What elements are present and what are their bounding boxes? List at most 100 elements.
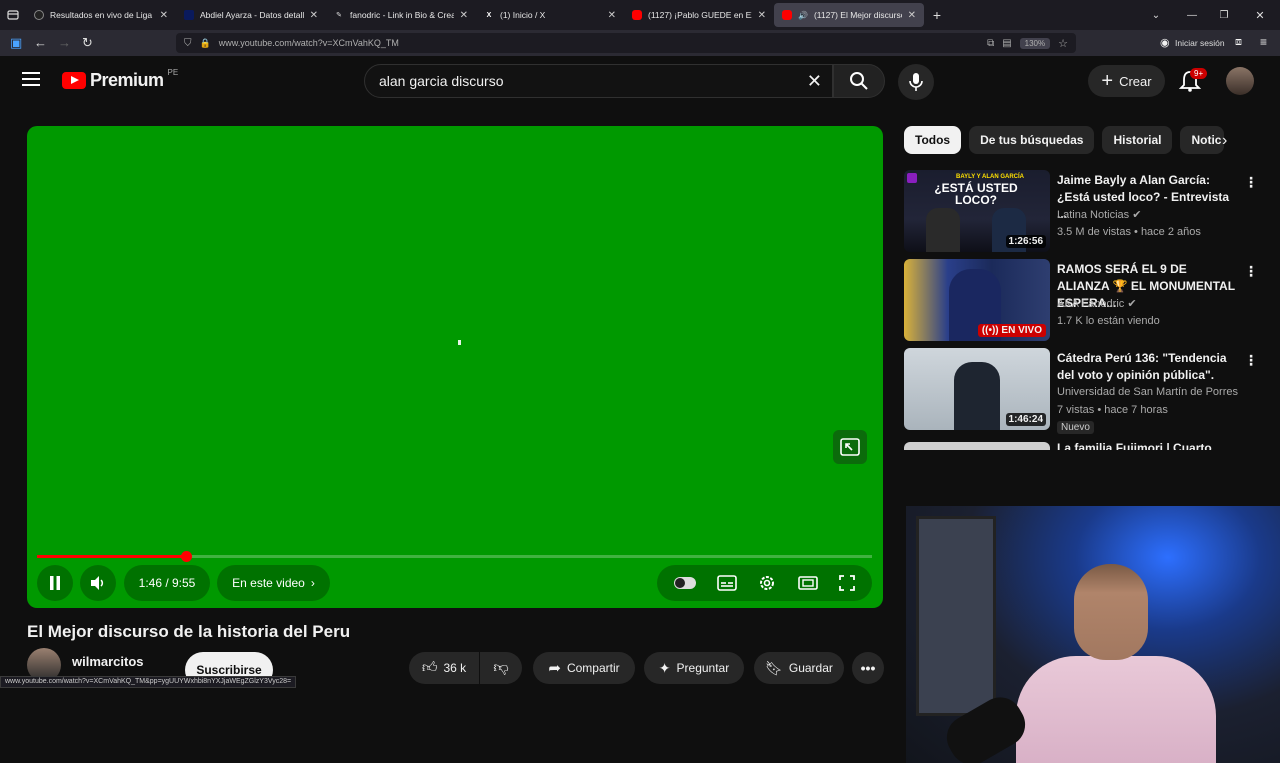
chip-from-searches[interactable]: De tus búsquedas: [969, 126, 1095, 154]
volume-icon: [91, 576, 104, 590]
url-bar[interactable]: ⛉ 🔒 www.youtube.com/watch?v=XCmVahKQ_TM …: [176, 33, 1076, 53]
bookmark-icon: 🔖︎: [765, 659, 783, 676]
signin-button[interactable]: Iniciar sesión: [1175, 38, 1225, 48]
more-options-icon[interactable]: ⋮: [1244, 174, 1258, 191]
like-button[interactable]: 👍︎ 36 k: [409, 652, 479, 684]
recommended-video[interactable]: ((•)) EN VIVO RAMOS SERÁ EL 9 DE ALIANZA…: [904, 259, 1264, 343]
youtube-favicon-icon: [782, 10, 792, 20]
maximize-window-button[interactable]: ❐: [1208, 10, 1240, 21]
sidebar-toggle-icon[interactable]: ▣: [10, 35, 22, 51]
bookmark-star-icon[interactable]: ☆: [1058, 37, 1068, 50]
webcam-window-frame: [916, 516, 996, 716]
close-tab-icon[interactable]: ✕: [908, 10, 916, 21]
loading-indicator: [458, 340, 461, 345]
chip-news[interactable]: Notic: [1180, 126, 1225, 154]
close-window-button[interactable]: ✕: [1240, 9, 1280, 22]
fullscreen-icon[interactable]: [839, 575, 856, 591]
pause-icon: [50, 576, 60, 590]
reader-view-icon[interactable]: ▤: [1002, 38, 1011, 49]
plus-icon: +: [1101, 70, 1114, 92]
chip-all[interactable]: Todos: [904, 126, 962, 154]
pip-toggle-icon[interactable]: ⧉: [987, 38, 994, 49]
browser-tab[interactable]: (1127) ¡Pablo GUEDE en EXCLU✕: [624, 0, 774, 30]
more-options-icon[interactable]: ⋮: [1244, 263, 1258, 280]
account-icon[interactable]: ◉: [1160, 36, 1170, 49]
create-button[interactable]: + Crear: [1088, 65, 1165, 97]
minimize-window-button[interactable]: —: [1176, 10, 1208, 21]
webcam-person-torso: [1016, 656, 1216, 763]
youtube-play-icon: [62, 72, 86, 89]
speaker-icon: 🔊: [798, 10, 808, 20]
close-tab-icon[interactable]: ✕: [608, 10, 616, 21]
reload-button[interactable]: ↻: [82, 35, 93, 51]
video-thumbnail[interactable]: ((•)) EN VIVO: [904, 259, 1050, 341]
search-icon: [850, 72, 868, 90]
more-actions-button[interactable]: •••: [852, 652, 884, 684]
chips-next-arrow-icon[interactable]: ›: [1222, 132, 1227, 150]
tab-favicon-icon: [184, 10, 194, 20]
browser-tab[interactable]: Resultados en vivo de Liga 1 20✕: [26, 0, 176, 30]
new-badge: Nuevo: [1057, 421, 1094, 434]
notification-count-badge: 9+: [1190, 68, 1208, 79]
video-thumbnail[interactable]: [904, 442, 1050, 450]
channel-name[interactable]: wilmarcitos: [72, 654, 144, 669]
forward-button[interactable]: →: [58, 35, 71, 50]
pause-button[interactable]: [37, 565, 73, 601]
browser-tab[interactable]: ✎fanodric - Link in Bio & Creator✕: [326, 0, 476, 30]
recommended-video[interactable]: La familia Fujimori | Cuarto: [904, 442, 1264, 450]
video-thumbnail[interactable]: 1:46:24: [904, 348, 1050, 430]
more-options-icon[interactable]: ⋮: [1244, 352, 1258, 369]
miniplayer-icon: [840, 438, 860, 456]
close-tab-icon[interactable]: ✕: [310, 10, 318, 21]
dislike-button[interactable]: 👎︎: [480, 652, 522, 684]
clear-search-icon[interactable]: ✕: [807, 71, 822, 92]
settings-gear-icon[interactable]: [758, 574, 776, 592]
youtube-premium-logo[interactable]: Premium PE: [62, 68, 178, 91]
back-button[interactable]: ←: [34, 35, 47, 50]
thumbnail-person: [954, 362, 1000, 430]
close-tab-icon[interactable]: ✕: [160, 10, 168, 21]
theater-mode-icon[interactable]: [798, 575, 818, 591]
sparkle-icon: ✦: [658, 659, 671, 676]
browser-toolbar: ▣ ← → ↻ ⛉ 🔒 www.youtube.com/watch?v=XCmV…: [0, 30, 1280, 56]
mute-button[interactable]: [80, 565, 116, 601]
close-tab-icon[interactable]: ✕: [758, 10, 766, 21]
voice-search-button[interactable]: [898, 64, 934, 100]
chapters-button[interactable]: En este video ›: [217, 565, 330, 601]
autoplay-toggle[interactable]: [673, 577, 696, 589]
tab-overflow-chevron-icon[interactable]: ⌄: [1136, 10, 1176, 21]
new-tab-button[interactable]: +: [924, 7, 950, 23]
browser-tab-active[interactable]: 🔊(1127) El Mejor discurso de✕: [774, 3, 924, 27]
search-button[interactable]: [833, 64, 885, 98]
chevron-right-icon: ›: [310, 576, 315, 590]
recommended-video[interactable]: BAYLY Y ALAN GARCÍA ¿ESTÁ USTED LOCO? 1:…: [904, 170, 1264, 254]
video-thumbnail[interactable]: BAYLY Y ALAN GARCÍA ¿ESTÁ USTED LOCO? 1:…: [904, 170, 1050, 252]
filter-chips: Todos De tus búsquedas Historial Notic: [904, 126, 1225, 154]
video-progress-bar[interactable]: [37, 551, 872, 562]
extensions-icon[interactable]: ⧈: [1235, 36, 1242, 49]
avatar[interactable]: [1226, 67, 1254, 95]
browser-tab[interactable]: X (1) Inicio / X ✕: [476, 0, 624, 30]
ask-button[interactable]: ✦ Preguntar: [644, 652, 744, 684]
time-display: 1:46 / 9:55: [124, 565, 210, 601]
tab-favicon-icon: [34, 10, 44, 20]
browser-tab[interactable]: Abdiel Ayarza - Datos detallado✕: [176, 0, 326, 30]
more-horizontal-icon: •••: [860, 660, 876, 676]
subtitles-icon[interactable]: [717, 575, 737, 591]
hamburger-menu-icon[interactable]: [22, 72, 40, 90]
zoom-level[interactable]: 130%: [1019, 37, 1051, 49]
app-menu-icon[interactable]: ≡: [1260, 35, 1267, 49]
video-player[interactable]: 1:46 / 9:55 En este video ›: [27, 126, 883, 608]
lock-icon: 🔒: [199, 37, 211, 48]
progress-scrubber-handle[interactable]: [180, 551, 192, 562]
share-button[interactable]: ➦ Compartir: [533, 652, 635, 684]
share-arrow-icon: ➦: [548, 660, 561, 677]
chip-history[interactable]: Historial: [1102, 126, 1173, 154]
miniplayer-button[interactable]: [833, 430, 867, 464]
recommended-video[interactable]: 1:46:24 Cátedra Perú 136: "Tendencia del…: [904, 348, 1264, 434]
tab-list-icon[interactable]: [0, 0, 26, 30]
close-tab-icon[interactable]: ✕: [460, 10, 468, 21]
save-button[interactable]: 🔖︎ Guardar: [754, 652, 844, 684]
search-input[interactable]: alan garcia discurso ✕: [364, 64, 833, 98]
live-icon: ((•)): [981, 325, 1002, 336]
